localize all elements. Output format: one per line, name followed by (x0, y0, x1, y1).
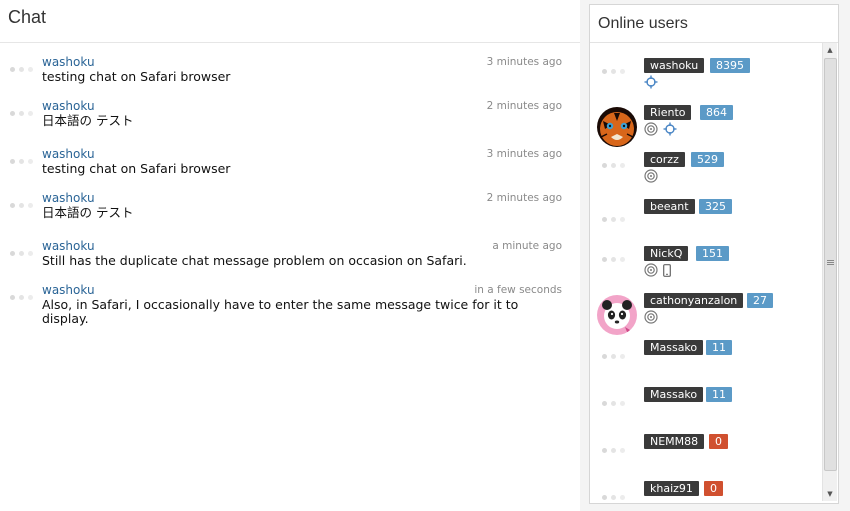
user-item[interactable]: Massako 11 (590, 340, 822, 386)
user-name-badge[interactable]: Massako (644, 340, 704, 355)
status-dots (602, 163, 625, 168)
user-score-badge: 11 (706, 387, 732, 402)
message-author[interactable]: washoku (42, 191, 95, 205)
scroll-up-arrow-icon[interactable]: ▲ (823, 43, 837, 57)
message-text: Still has the duplicate chat message pro… (42, 253, 467, 268)
message-text: 日本語の テスト (42, 205, 134, 220)
user-item[interactable]: Massako 11 (590, 387, 822, 433)
message-time: a minute ago (492, 240, 562, 252)
user-item[interactable]: beeant 325 (590, 199, 822, 245)
crosshair-icon (644, 75, 658, 89)
message-text: 日本語の テスト (42, 113, 134, 128)
user-name-badge[interactable]: corzz (644, 152, 685, 167)
message-author[interactable]: washoku (42, 147, 95, 161)
user-score-badge: 529 (691, 152, 724, 167)
status-dots (10, 111, 33, 116)
message-time: 3 minutes ago (486, 56, 562, 68)
status-dots (602, 354, 625, 359)
online-users-title: Online users (598, 15, 688, 32)
user-score-badge: 0 (704, 481, 723, 496)
message-text: Also, in Safari, I occasionally have to … (42, 297, 519, 326)
target-icon (644, 263, 658, 277)
scroll-down-arrow-icon[interactable]: ▼ (823, 487, 837, 501)
online-users-list: washoku 8395 Riento 864 corzz 529 beeant… (590, 43, 822, 501)
status-dots (602, 257, 625, 262)
user-item[interactable]: cathonyanzalon 27 (590, 293, 822, 339)
status-dots (10, 159, 33, 164)
user-name-badge[interactable]: washoku (644, 58, 705, 73)
status-dots (10, 251, 33, 256)
chat-panel: Chat washoku 3 minutes ago testing chat … (0, 0, 580, 511)
user-score-badge: 0 (709, 434, 728, 449)
user-name-badge[interactable]: beeant (644, 199, 695, 214)
user-name-badge[interactable]: NEMM88 (644, 434, 705, 449)
user-score-badge: 325 (699, 199, 732, 214)
status-dots (10, 203, 33, 208)
user-item[interactable]: NickQ 151 (590, 246, 822, 292)
message-time: in a few seconds (474, 284, 562, 296)
panda-avatar[interactable] (597, 295, 637, 335)
message-author[interactable]: washoku (42, 55, 95, 69)
user-score-badge: 151 (696, 246, 729, 261)
grip-icon (827, 260, 834, 266)
message-text: testing chat on Safari browser (42, 161, 231, 176)
status-dots (602, 69, 625, 74)
user-item[interactable]: washoku 8395 (590, 58, 822, 104)
user-name-badge[interactable]: Massako (644, 387, 704, 402)
status-dots (602, 448, 625, 453)
message-time: 3 minutes ago (486, 148, 562, 160)
user-name-badge[interactable]: cathonyanzalon (644, 293, 744, 308)
status-dots (602, 217, 625, 222)
message-author[interactable]: washoku (42, 283, 95, 297)
mobile-icon (663, 263, 671, 277)
scroll-thumb[interactable] (824, 58, 837, 471)
chat-title: Chat (8, 7, 47, 27)
divider (0, 42, 580, 43)
user-score-badge: 8395 (710, 58, 750, 73)
message-author[interactable]: washoku (42, 239, 95, 253)
user-score-badge: 864 (700, 105, 733, 120)
target-icon (644, 169, 658, 183)
user-item[interactable]: corzz 529 (590, 152, 822, 198)
user-item[interactable]: NEMM88 0 (590, 434, 822, 480)
user-score-badge: 27 (747, 293, 773, 308)
user-item[interactable]: Riento 864 (590, 105, 822, 151)
users-scrollbar[interactable]: ▲ ▼ (822, 43, 837, 501)
status-dots (602, 495, 625, 500)
user-name-badge[interactable]: NickQ (644, 246, 689, 261)
status-dots (602, 401, 625, 406)
message-time: 2 minutes ago (486, 100, 562, 112)
message-time: 2 minutes ago (486, 192, 562, 204)
tiger-avatar[interactable] (597, 107, 637, 147)
message-text: testing chat on Safari browser (42, 69, 231, 84)
online-users-panel: Online users washoku 8395 Riento 864 cor… (589, 4, 839, 504)
message-author[interactable]: washoku (42, 99, 95, 113)
status-dots (10, 295, 33, 300)
user-name-badge[interactable]: Riento (644, 105, 692, 120)
user-score-badge: 11 (706, 340, 732, 355)
target-icon (644, 122, 658, 136)
status-dots (10, 67, 33, 72)
user-item[interactable]: khaiz91 0 (590, 481, 822, 501)
user-name-badge[interactable]: khaiz91 (644, 481, 699, 496)
target-icon (644, 310, 658, 324)
crosshair-icon (663, 122, 677, 136)
